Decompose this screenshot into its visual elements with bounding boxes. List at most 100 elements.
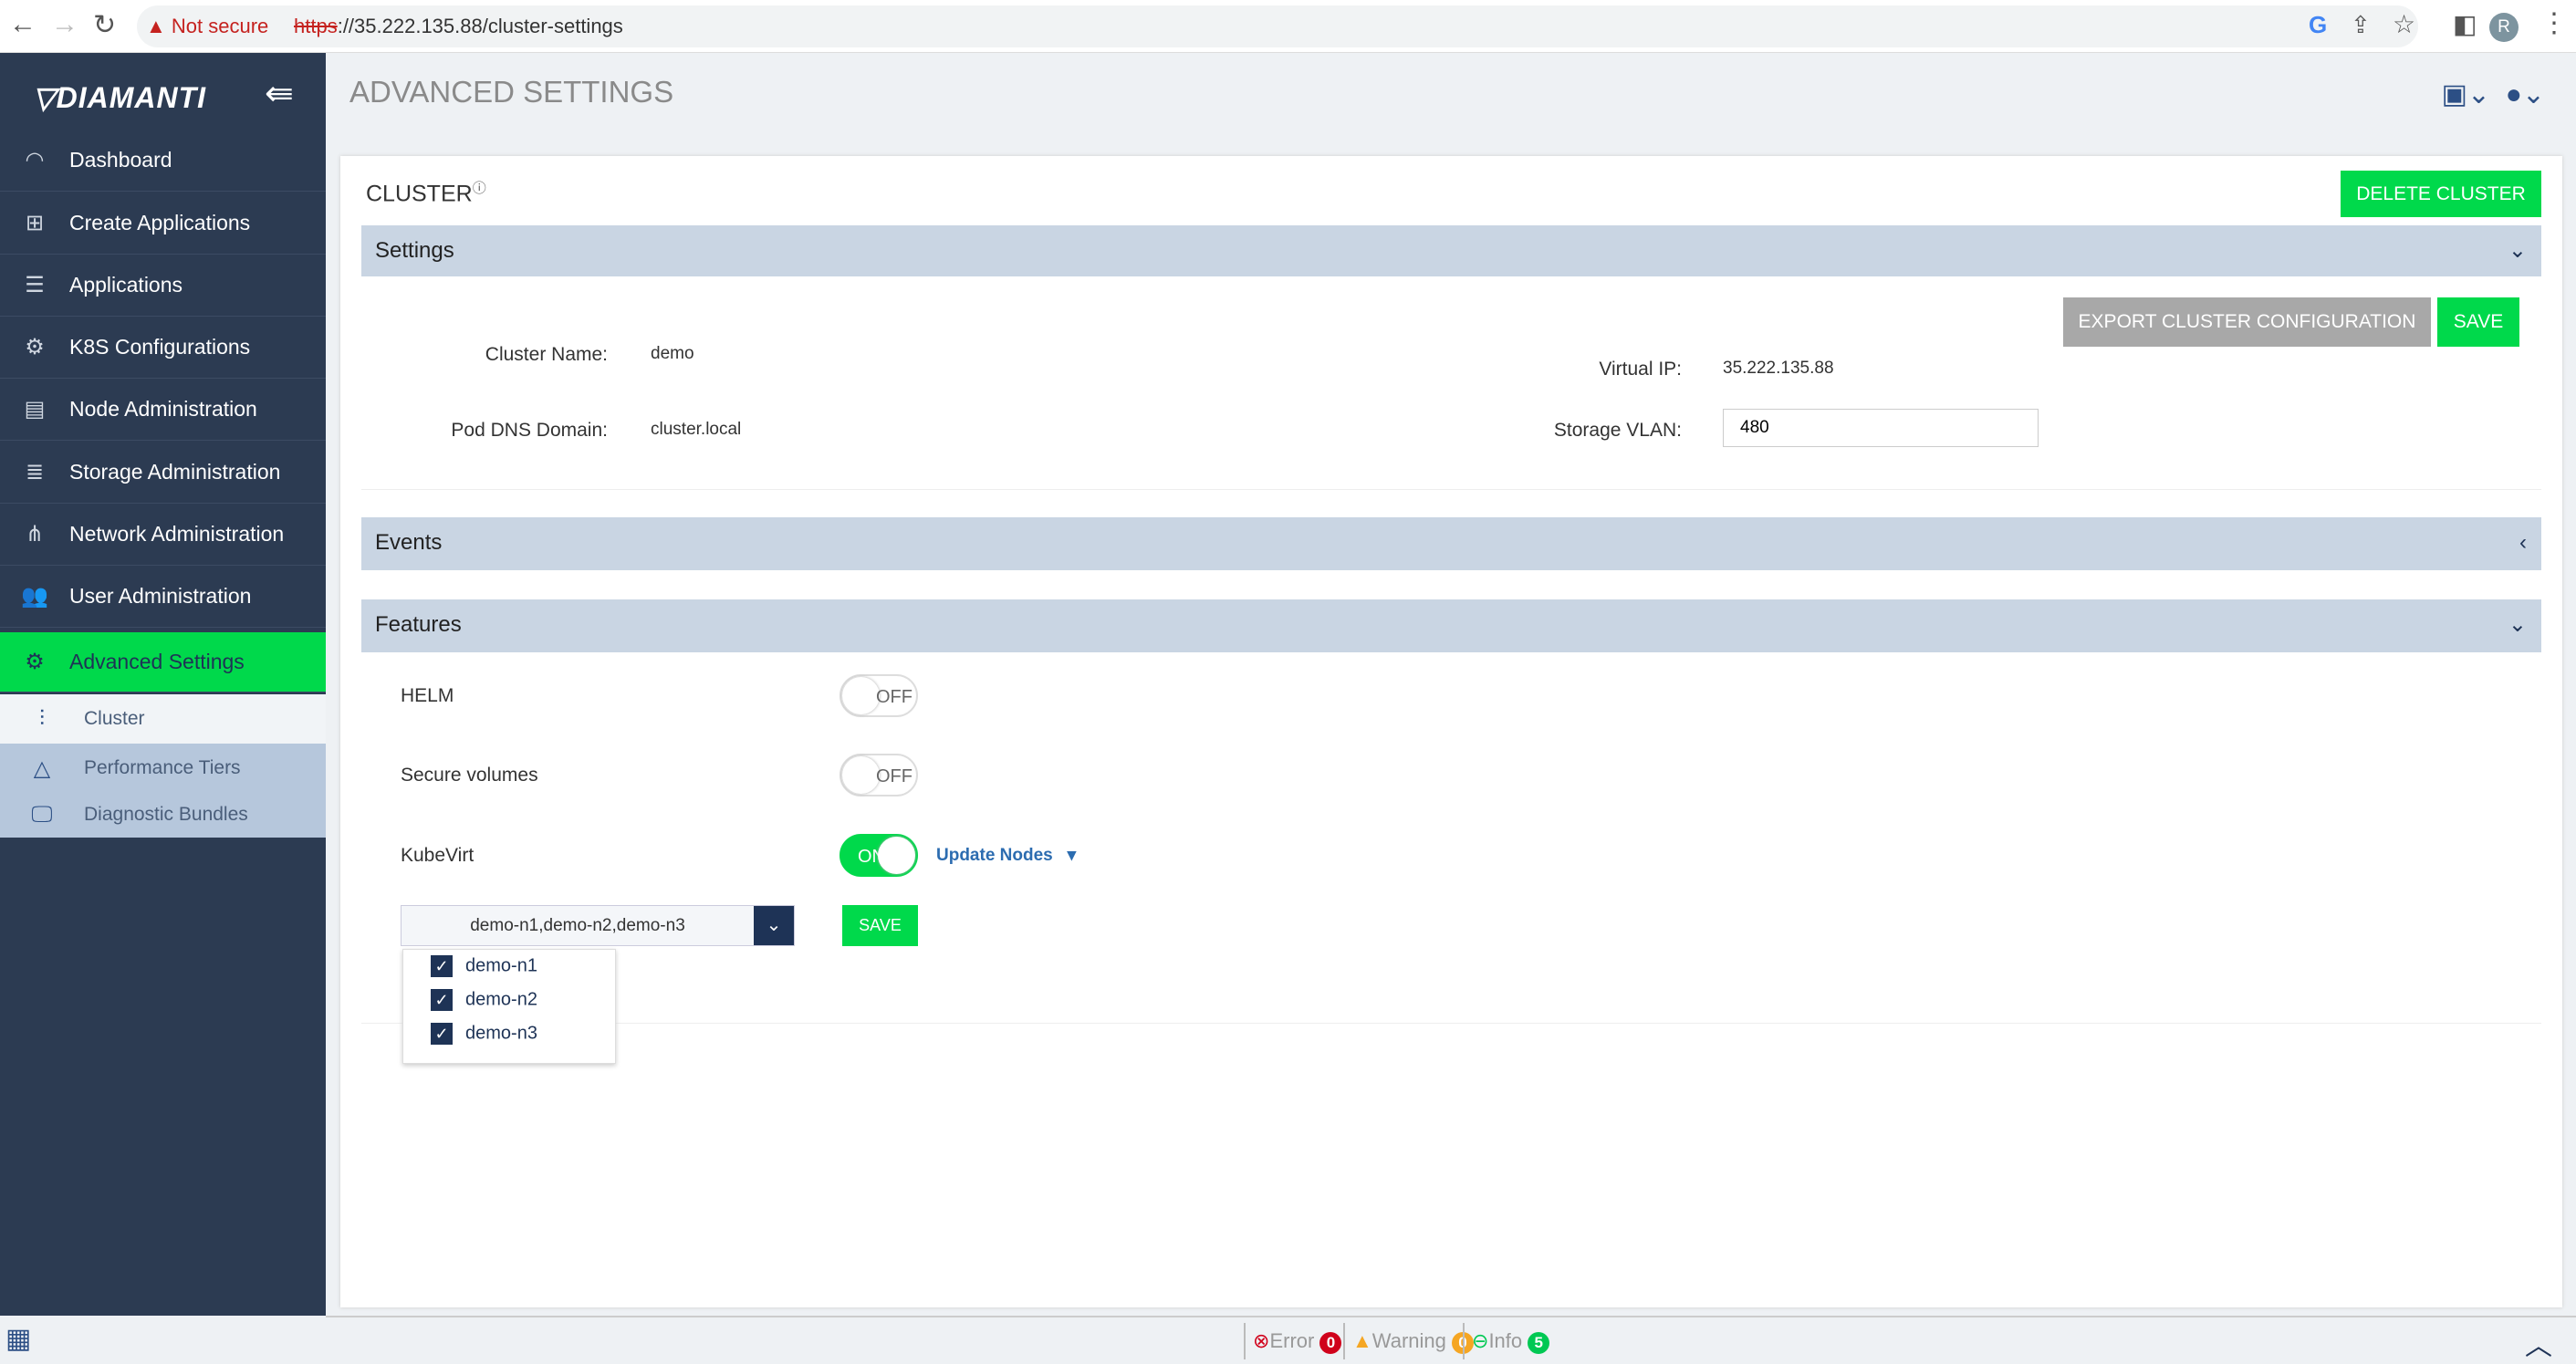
chevron-down-icon[interactable]: ⌄ (754, 906, 794, 945)
features-title: Features (375, 612, 462, 637)
url-path: ://35.222.135.88/cluster-settings (337, 15, 623, 37)
pod-dns-value: cluster.local (651, 420, 742, 439)
diamanti-logo: ▽DIAMANTI (33, 81, 207, 114)
events-section-header[interactable]: Events ‹ (361, 517, 2541, 570)
sidebar-subitem-cluster[interactable]: ⫶ Cluster (0, 694, 326, 744)
user-menu-icon[interactable]: ●⌄ (2506, 79, 2545, 109)
checkbox-checked-icon[interactable]: ✓ (431, 955, 453, 977)
warning-label: Warning (1371, 1329, 1446, 1352)
settings-save-button[interactable]: SAVE (2437, 297, 2519, 347)
sidebar-item-storage-administration[interactable]: ≣ Storage Administration (0, 442, 326, 504)
sidebar-item-label: Dashboard (69, 148, 172, 172)
gear-icon: ⚙ (25, 335, 45, 359)
back-icon[interactable]: ← (9, 9, 37, 40)
sliders-icon: ⫶ (39, 706, 45, 731)
server-icon: ▤ (24, 397, 46, 422)
sidepanel-icon[interactable]: ◧ (2453, 9, 2477, 39)
chevron-up-icon[interactable]: ︿ (2525, 1323, 2552, 1363)
profile-avatar[interactable]: R (2489, 13, 2519, 42)
helm-toggle[interactable]: OFF (840, 674, 918, 717)
collapse-sidebar-icon[interactable]: ⇚ (265, 73, 294, 114)
storage-vlan-label: Storage VLAN: (1553, 420, 1682, 441)
sidebar-item-create-applications[interactable]: ⊞ Create Applications (0, 193, 326, 255)
node-option[interactable]: ✓ demo-n1 (403, 955, 615, 989)
chevron-left-icon: ‹ (2519, 530, 2527, 555)
info-count-badge: 5 (1528, 1332, 1550, 1354)
sidebar-item-label: Network Administration (69, 522, 285, 546)
kubevirt-toggle[interactable]: ON (840, 834, 918, 877)
not-secure-indicator[interactable]: ▲ Not secure (146, 15, 268, 38)
gears-icon: ⚙ (25, 650, 45, 674)
node-option-label: demo-n3 (465, 1023, 537, 1044)
node-option-label: demo-n1 (465, 955, 537, 976)
sidebar-item-network-administration[interactable]: ⋔ Network Administration (0, 504, 326, 566)
pyramid-icon: △ (33, 755, 51, 781)
error-label: Error (1269, 1329, 1315, 1352)
warning-status[interactable]: ▲Warning 0 (1343, 1323, 1475, 1359)
info-status[interactable]: ⊖Info 5 (1463, 1323, 1550, 1359)
url-text[interactable]: https://35.222.135.88/cluster-settings (294, 15, 623, 38)
error-icon: ⊗ (1253, 1329, 1270, 1352)
cluster-card: CLUSTERⓘ DELETE CLUSTER Settings ⌄ EXPORT… (340, 156, 2562, 1307)
help-book-icon[interactable]: ▣⌄ (2442, 79, 2490, 109)
not-secure-label: Not secure (171, 15, 269, 37)
sidebar-item-dashboard[interactable]: ◠ Dashboard (0, 130, 326, 192)
menu-icon[interactable]: ⋮ (2540, 7, 2568, 39)
google-icon[interactable]: G (2309, 11, 2327, 39)
logo-text: DIAMANTI (56, 81, 207, 114)
chevron-down-icon: ⌄ (2508, 238, 2527, 263)
reload-icon[interactable]: ↻ (93, 9, 116, 41)
share-icon[interactable]: ⇪ (2351, 11, 2371, 39)
sidebar-item-applications[interactable]: ☰ Applications (0, 255, 326, 317)
sidebar-item-label: Node Administration (69, 397, 257, 421)
sidebar-item-k8s-configurations[interactable]: ⚙ K8S Configurations (0, 317, 326, 379)
sidebar-item-user-administration[interactable]: 👥 User Administration (0, 566, 326, 628)
update-nodes-link[interactable]: Update Nodes ▾ (936, 845, 1076, 866)
toggle-knob (842, 756, 880, 794)
card-title-text: CLUSTER (366, 181, 473, 207)
node-option-label: demo-n2 (465, 989, 537, 1010)
divider (361, 1023, 2541, 1024)
node-option[interactable]: ✓ demo-n2 (403, 989, 615, 1023)
sidebar-item-label: Advanced Settings (69, 650, 245, 673)
virtual-ip-label: Virtual IP: (1599, 359, 1682, 380)
warning-icon: ▲ (1352, 1329, 1372, 1352)
kubevirt-label: KubeVirt (401, 845, 475, 866)
nodes-select[interactable]: demo-n1,demo-n2,demo-n3 ⌄ (401, 905, 795, 946)
sidebar-item-label: K8S Configurations (69, 335, 251, 359)
database-icon: ≣ (25, 460, 45, 484)
caret-down-icon: ▾ (1067, 846, 1077, 865)
secure-volumes-toggle[interactable]: OFF (840, 754, 918, 797)
settings-title: Settings (375, 238, 454, 263)
calendar-icon[interactable]: ▦ (0, 1316, 326, 1364)
checkbox-checked-icon[interactable]: ✓ (431, 1023, 453, 1045)
checkbox-checked-icon[interactable]: ✓ (431, 989, 453, 1011)
sidebar-subitem-performance-tiers[interactable]: △ Performance Tiers (0, 744, 326, 793)
nodes-save-button[interactable]: SAVE (842, 905, 918, 946)
status-bar: ⊗Error 0 ▲Warning 0 ⊖Info 5 ︿ (326, 1316, 2576, 1364)
helm-label: HELM (401, 685, 454, 706)
list-icon: ☰ (25, 273, 45, 297)
forward-icon[interactable]: → (51, 9, 78, 40)
export-cluster-configuration-button[interactable]: EXPORT CLUSTER CONFIGURATION (2063, 297, 2431, 347)
plus-square-icon: ⊞ (25, 211, 45, 235)
sidebar-subitem-diagnostic-bundles[interactable]: 🖵 Diagnostic Bundles (0, 791, 326, 838)
sidebar-item-advanced-settings[interactable]: ⚙ Advanced Settings (0, 632, 326, 692)
sidebar-item-label: Create Applications (69, 211, 251, 234)
sidebar-item-label: Applications (69, 273, 183, 297)
storage-vlan-input[interactable] (1723, 409, 2039, 447)
toggle-knob (842, 677, 880, 714)
help-icon[interactable]: ⓘ (473, 181, 486, 196)
node-option[interactable]: ✓ demo-n3 (403, 1023, 615, 1057)
page-title: ADVANCED SETTINGS (349, 75, 674, 109)
settings-section-header[interactable]: Settings ⌄ (361, 225, 2541, 276)
sidebar-subitem-label: Diagnostic Bundles (84, 803, 248, 825)
star-icon[interactable]: ☆ (2393, 9, 2415, 39)
sidebar-item-node-administration[interactable]: ▤ Node Administration (0, 379, 326, 441)
error-status[interactable]: ⊗Error 0 (1244, 1323, 1342, 1359)
delete-cluster-button[interactable]: DELETE CLUSTER (2341, 171, 2541, 217)
browser-toolbar: ← → ↻ ▲ Not secure https://35.222.135.88… (0, 0, 2576, 53)
features-section-header[interactable]: Features ⌄ (361, 599, 2541, 652)
toggle-state: OFF (876, 687, 913, 707)
nodes-select-value: demo-n1,demo-n2,demo-n3 (470, 916, 685, 935)
